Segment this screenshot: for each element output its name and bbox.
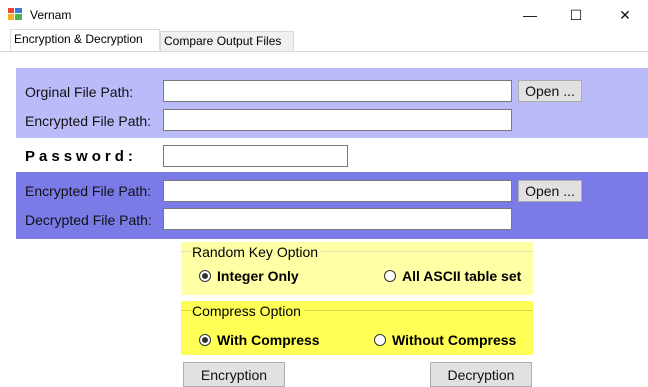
radio-with-compress-label: With Compress — [217, 332, 320, 348]
radio-without-compress-label: Without Compress — [392, 332, 517, 348]
radio-unselected-icon — [374, 334, 386, 346]
tab-compare-output-files[interactable]: Compare Output Files — [160, 31, 294, 52]
window-title: Vernam — [30, 8, 72, 22]
encryption-button[interactable]: Encryption — [183, 362, 285, 387]
tab-strip-border — [0, 51, 648, 52]
radio-unselected-icon — [384, 270, 396, 282]
encrypted-file-path-source-input[interactable] — [163, 180, 512, 202]
password-input[interactable] — [163, 145, 348, 167]
decrypted-file-path-label: Decrypted File Path: — [25, 212, 152, 228]
app-icon — [8, 8, 22, 20]
radio-all-ascii-label: All ASCII table set — [402, 268, 522, 284]
compress-option-title: Compress Option — [192, 303, 304, 319]
minimize-button[interactable]: — — [507, 0, 553, 30]
encrypted-file-path-source-label: Encrypted File Path: — [25, 183, 152, 199]
radio-without-compress[interactable]: Without Compress — [374, 332, 516, 348]
encrypted-file-path-output[interactable] — [163, 109, 512, 131]
radio-integer-only[interactable]: Integer Only — [199, 268, 299, 284]
maximize-button[interactable]: ☐ — [553, 0, 599, 30]
original-file-path-label: Orginal File Path: — [25, 84, 134, 100]
radio-integer-only-label: Integer Only — [217, 268, 299, 284]
decryption-button[interactable]: Decryption — [430, 362, 532, 387]
original-file-path-input[interactable] — [163, 80, 512, 102]
radio-with-compress[interactable]: With Compress — [199, 332, 320, 348]
tab-encryption-decryption[interactable]: Encryption & Decryption — [10, 29, 160, 51]
decrypted-file-path-output[interactable] — [163, 208, 512, 230]
random-key-option-title: Random Key Option — [192, 244, 322, 260]
radio-selected-icon — [199, 270, 211, 282]
open-original-file-button[interactable]: Open ... — [518, 80, 582, 102]
radio-all-ascii[interactable]: All ASCII table set — [384, 268, 521, 284]
open-encrypted-file-button[interactable]: Open ... — [518, 180, 582, 202]
radio-selected-icon — [199, 334, 211, 346]
password-label: Password: — [25, 148, 137, 165]
close-button[interactable]: ✕ — [602, 0, 648, 30]
encrypted-file-path-label: Encrypted File Path: — [25, 113, 152, 129]
